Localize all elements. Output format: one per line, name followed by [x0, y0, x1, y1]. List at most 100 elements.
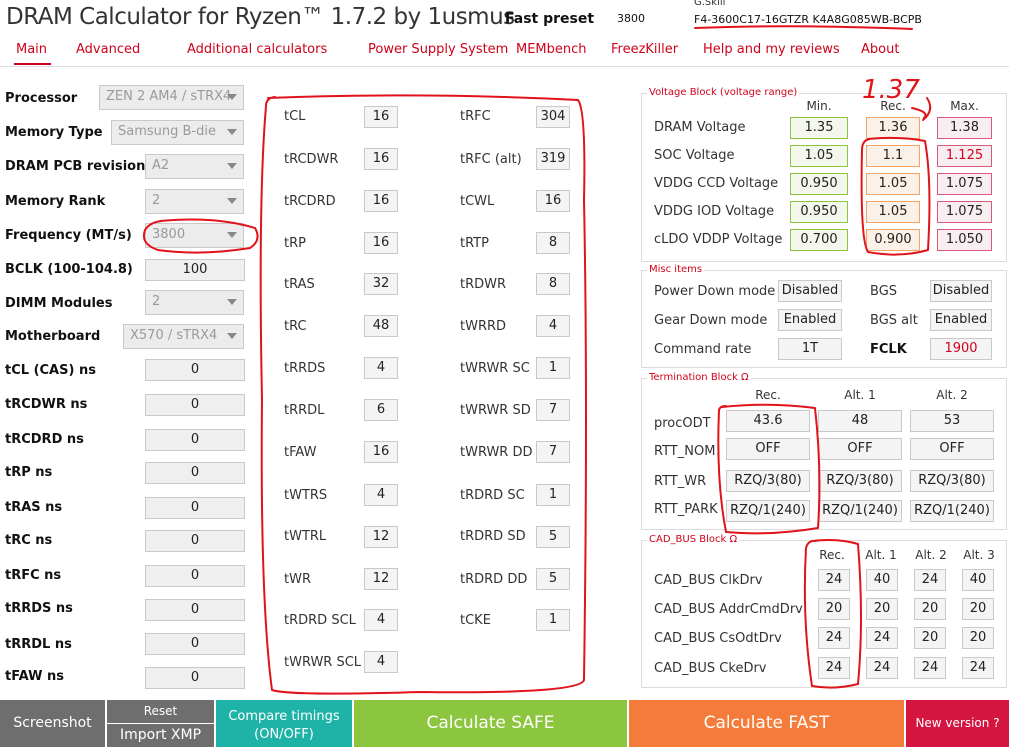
timing-value[interactable]: 5 — [536, 568, 570, 590]
ns-label: tRCDWR ns — [5, 397, 88, 412]
timing-label: tRDRD DD — [460, 572, 528, 587]
ns-field[interactable]: 0 — [145, 462, 245, 484]
timing-value[interactable]: 12 — [364, 526, 398, 548]
ns-field[interactable]: 0 — [145, 599, 245, 621]
timing-value[interactable]: 16 — [364, 232, 398, 254]
pcb-select[interactable]: A2 — [145, 154, 244, 179]
dram-voltage-min: 1.35 — [790, 117, 848, 139]
frequency-select[interactable]: 3800 — [145, 223, 244, 248]
timing-label: tRRDL — [284, 403, 325, 418]
timing-value[interactable]: 6 — [364, 399, 398, 421]
timing-value[interactable]: 4 — [364, 484, 398, 506]
memory-type-select[interactable]: Samsung B-die — [111, 120, 244, 145]
timing-label: tRTP — [460, 236, 489, 251]
timing-label: tRRDS — [284, 361, 326, 376]
timing-label: tRAS — [284, 277, 315, 292]
motherboard-select[interactable]: X570 / sTRX4 — [123, 324, 244, 349]
preset-label: Fast preset — [505, 11, 595, 27]
ns-field[interactable]: 0 — [145, 359, 245, 381]
cldo-vddp-rec: 0.900 — [866, 229, 920, 251]
timing-value[interactable]: 1 — [536, 484, 570, 506]
timing-value[interactable]: 16 — [364, 148, 398, 170]
timing-value[interactable]: 12 — [364, 568, 398, 590]
timing-value[interactable]: 319 — [536, 148, 570, 170]
bgs-value: Disabled — [930, 280, 992, 302]
vddg-ccd-max: 1.075 — [937, 173, 992, 195]
timing-value[interactable]: 7 — [536, 441, 570, 463]
tab-freezkiller[interactable]: FreezKiller — [611, 42, 678, 57]
ns-field[interactable]: 0 — [145, 667, 245, 689]
timing-value[interactable]: 16 — [364, 190, 398, 212]
cad-clkdrv-rec: 24 — [818, 569, 850, 591]
tab-help-reviews[interactable]: Help and my reviews — [703, 42, 840, 57]
timing-value[interactable]: 1 — [536, 357, 570, 379]
ns-field[interactable]: 0 — [145, 530, 245, 552]
tab-power-supply-system[interactable]: Power Supply System — [368, 42, 508, 57]
pcb-label: DRAM PCB revision — [5, 159, 146, 174]
timing-value[interactable]: 4 — [364, 651, 398, 673]
rank-select[interactable]: 2 — [145, 189, 244, 214]
timing-value[interactable]: 16 — [536, 190, 570, 212]
dram-voltage-rec: 1.36 — [866, 117, 920, 139]
timing-value[interactable]: 5 — [536, 526, 570, 548]
dimm-select[interactable]: 2 — [145, 290, 244, 315]
tab-main[interactable]: Main — [16, 42, 47, 57]
ns-field[interactable]: 0 — [145, 565, 245, 587]
tab-membench[interactable]: MEMbench — [516, 42, 587, 57]
ns-field[interactable]: 0 — [145, 497, 245, 519]
tab-advanced[interactable]: Advanced — [76, 42, 140, 57]
timing-label: tRDWR — [460, 277, 507, 292]
ns-label: tFAW ns — [5, 669, 64, 684]
procodt-label: procODT — [654, 416, 711, 431]
timing-value[interactable]: 8 — [536, 273, 570, 295]
ns-field[interactable]: 0 — [145, 394, 245, 416]
timing-label: tRDRD SD — [460, 529, 526, 544]
memory-type-label: Memory Type — [5, 125, 103, 140]
timing-value[interactable]: 7 — [536, 399, 570, 421]
timing-value[interactable]: 48 — [364, 315, 398, 337]
ns-field[interactable]: 0 — [145, 633, 245, 655]
term-col-alt2: Alt. 2 — [936, 388, 968, 402]
frequency-label: Frequency (MT/s) — [5, 228, 132, 243]
ns-field[interactable]: 0 — [145, 429, 245, 451]
timing-value[interactable]: 1 — [536, 609, 570, 631]
compare-timings-button[interactable]: Compare timings (ON/OFF) — [216, 700, 352, 747]
tab-about[interactable]: About — [861, 42, 899, 57]
timing-value[interactable]: 4 — [364, 357, 398, 379]
col-header-min: Min. — [806, 99, 832, 113]
timing-label: tWRWR SC — [460, 361, 530, 376]
processor-select[interactable]: ZEN 2 AM4 / sTRX4 — [99, 85, 244, 110]
bclk-label: BCLK (100-104.8) — [5, 262, 133, 277]
bgs-alt-label: BGS alt — [870, 313, 918, 328]
rtt-wr-alt2: RZQ/3(80) — [910, 470, 994, 492]
vddg-ccd-label: VDDG CCD Voltage — [654, 176, 779, 191]
timing-value[interactable]: 8 — [536, 232, 570, 254]
procodt-rec: 43.6 — [726, 410, 810, 432]
timing-value[interactable]: 32 — [364, 273, 398, 295]
cad-ckedrv-alt3: 24 — [962, 657, 994, 679]
bclk-input[interactable]: 100 — [145, 259, 245, 281]
new-version-button[interactable]: New version ? — [906, 700, 1009, 747]
timing-label: tRCDRD — [284, 194, 336, 209]
calculate-fast-button[interactable]: Calculate FAST — [629, 700, 904, 747]
rtt-wr-rec: RZQ/3(80) — [726, 470, 810, 492]
timing-value[interactable]: 4 — [364, 609, 398, 631]
timing-value[interactable]: 304 — [536, 106, 570, 128]
timing-value[interactable]: 4 — [536, 315, 570, 337]
timing-label: tWTRS — [284, 488, 328, 503]
gear-down-value: Enabled — [778, 309, 842, 331]
tab-additional-calculators[interactable]: Additional calculators — [187, 42, 327, 57]
cad-ckedrv-rec: 24 — [818, 657, 850, 679]
cldo-vddp-max: 1.050 — [937, 229, 992, 251]
timing-value[interactable]: 16 — [364, 106, 398, 128]
timing-label: tRDRD SC — [460, 488, 525, 503]
chevron-down-icon — [227, 163, 237, 169]
calculate-safe-button[interactable]: Calculate SAFE — [354, 700, 627, 747]
timing-label: tWRRD — [460, 319, 507, 334]
timing-value[interactable]: 16 — [364, 441, 398, 463]
reset-button[interactable]: Reset — [107, 700, 214, 723]
import-xmp-button[interactable]: Import XMP — [107, 724, 214, 747]
frequency-value: 3800 — [152, 227, 186, 242]
screenshot-button[interactable]: Screenshot — [0, 700, 105, 747]
vddg-ccd-min: 0.950 — [790, 173, 848, 195]
